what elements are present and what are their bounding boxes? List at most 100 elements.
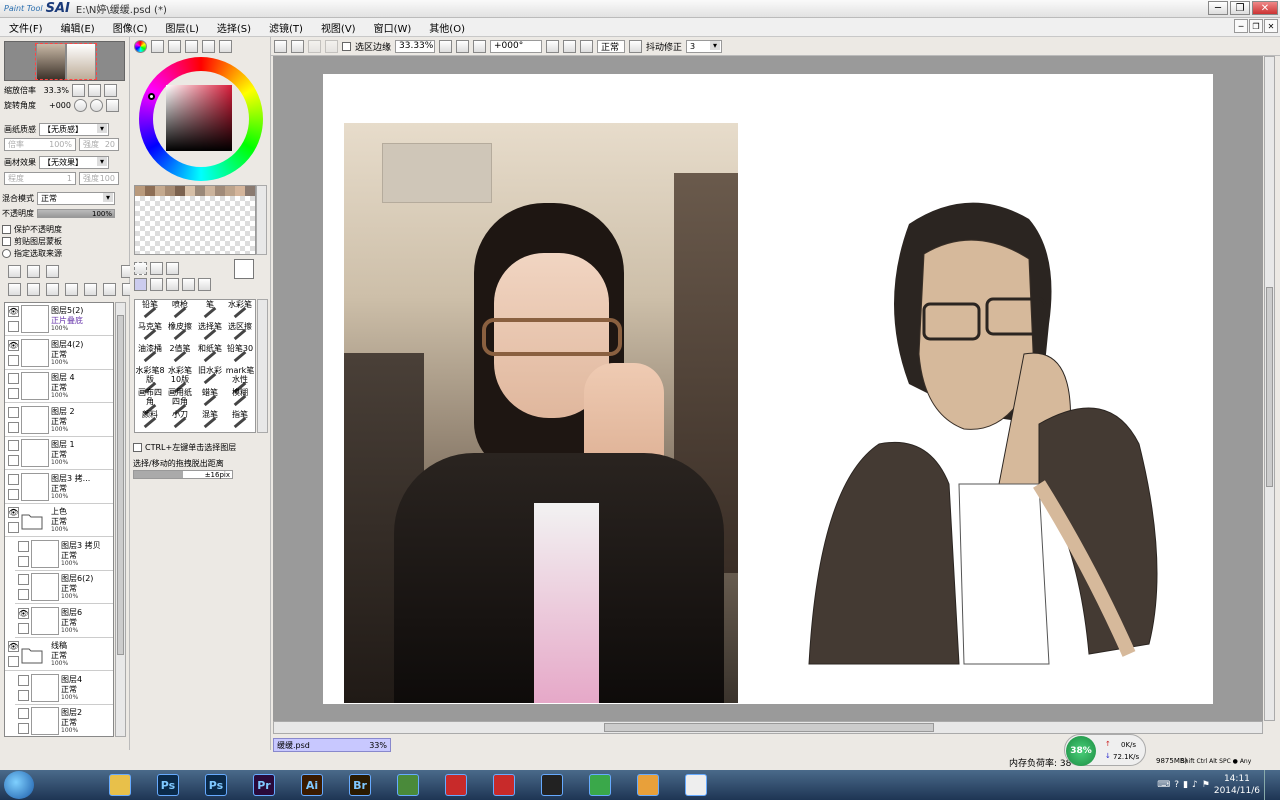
layer-list-scrollbar[interactable] <box>115 302 126 737</box>
eye-hidden-icon[interactable] <box>8 473 19 485</box>
tray-network-icon[interactable]: ▮ <box>1183 780 1188 790</box>
taskbar-app[interactable]: Ps <box>196 772 236 798</box>
redo-button[interactable] <box>291 39 304 53</box>
canvas-rotate-right-button[interactable] <box>563 39 577 53</box>
layer-row[interactable]: 图层4 正常 100% <box>15 671 113 705</box>
swatch-tab-icon[interactable] <box>219 40 232 53</box>
eye-hidden-icon[interactable] <box>8 373 19 384</box>
layer-lock-box[interactable] <box>18 723 29 734</box>
layer-lock-box[interactable] <box>8 488 19 500</box>
hand-icon[interactable] <box>182 278 195 291</box>
swatch-color[interactable] <box>235 186 245 196</box>
menu-item-1[interactable]: 编辑(E) <box>52 20 104 35</box>
blend-mode-select[interactable]: 正常 <box>37 192 115 205</box>
file-tab[interactable]: 缓缓.psd 33% <box>273 738 391 752</box>
layer-lock-box[interactable] <box>18 622 29 634</box>
eye-hidden-icon[interactable] <box>18 674 29 686</box>
swatch-color[interactable] <box>155 186 165 196</box>
layer-lock-box[interactable] <box>8 455 19 466</box>
taskbar-app[interactable] <box>676 772 716 798</box>
menu-item-8[interactable]: 其他(O) <box>420 20 474 35</box>
rotate-right-button[interactable] <box>89 99 103 112</box>
swatch-color[interactable] <box>215 186 225 196</box>
brush-tool[interactable]: 小刀 <box>165 410 195 436</box>
canvas-horizontal-scrollbar[interactable] <box>273 721 1263 734</box>
canvas-page[interactable] <box>323 74 1213 704</box>
minimize-button[interactable]: ─ <box>1208 1 1228 15</box>
taskbar-app[interactable] <box>628 772 668 798</box>
taskbar-app[interactable] <box>100 772 140 798</box>
delete-layer-icon[interactable] <box>84 283 97 296</box>
layer-lock-box[interactable] <box>18 555 29 567</box>
palette-tab-icon[interactable] <box>185 40 198 53</box>
hue-picker-marker[interactable] <box>148 93 155 100</box>
swatch-color[interactable] <box>165 186 175 196</box>
swatch-color[interactable] <box>185 186 195 196</box>
doc-close-button[interactable]: ✕ <box>1264 19 1278 33</box>
taskbar-app[interactable] <box>484 772 524 798</box>
menu-item-4[interactable]: 选择(S) <box>208 20 260 35</box>
brush-tool[interactable]: 指笔 <box>225 410 255 436</box>
layer-mask-icon[interactable] <box>65 283 78 296</box>
swatch-color[interactable] <box>205 186 215 196</box>
taskbar-app[interactable] <box>388 772 428 798</box>
swatch-color[interactable] <box>175 186 185 196</box>
layer-row[interactable]: 图层6(2) 正常 100% <box>15 571 113 604</box>
new-folder-icon[interactable] <box>46 265 59 278</box>
copy-layer-icon[interactable] <box>8 283 21 296</box>
eye-hidden-icon[interactable] <box>8 440 19 451</box>
layer-lock-box[interactable] <box>18 689 29 701</box>
move-icon[interactable] <box>134 278 147 291</box>
merge-down-icon[interactable] <box>27 283 40 296</box>
eye-icon[interactable]: 👁 <box>8 507 19 518</box>
layer-lock-box[interactable] <box>8 656 19 667</box>
swatch-scrollbar[interactable] <box>256 185 267 255</box>
taskbar-app[interactable]: Ps <box>148 772 188 798</box>
invert-select-button[interactable] <box>325 39 338 53</box>
tray-volume-icon[interactable]: ♪ <box>1192 780 1198 790</box>
zoom-out-button[interactable] <box>72 84 85 97</box>
tray-flag-icon[interactable]: ⚑ <box>1202 780 1210 790</box>
stabilizer-select[interactable]: 3 <box>686 39 723 53</box>
brush-grid-scrollbar[interactable] <box>257 299 268 433</box>
layer-row[interactable]: 图层2 正常 100% <box>15 705 113 736</box>
rect-select-icon[interactable] <box>134 262 147 275</box>
eye-icon[interactable]: 👁 <box>8 306 19 317</box>
layer-row[interactable]: 图层3 拷贝 正常 100% <box>15 537 113 571</box>
swatch-panel[interactable] <box>134 185 256 255</box>
layer-row[interactable]: 图层 4 正常 100% <box>5 370 113 403</box>
canvas-mode-field[interactable]: 正常 <box>597 39 626 53</box>
menu-item-3[interactable]: 图层(L) <box>156 20 207 35</box>
layer-row[interactable]: 👁 图层5(2) 正片叠底 100% <box>5 303 113 336</box>
opacity-slider[interactable]: 100% <box>37 209 115 218</box>
paper-effect-select[interactable]: 【无效果】 <box>39 156 109 169</box>
layer-row[interactable]: 图层 2 正常 100% <box>5 403 113 437</box>
paper-strength-field[interactable]: 强度 20 <box>79 138 119 151</box>
tray-keyboard-icon[interactable]: ⌨ <box>1157 780 1170 790</box>
tray-help-icon[interactable]: ? <box>1174 780 1179 790</box>
layer-lock-box[interactable] <box>8 388 19 399</box>
canvas-zoom-in-button[interactable] <box>456 39 470 53</box>
eye-icon[interactable]: 👁 <box>18 607 29 619</box>
zoom-reset-button[interactable] <box>104 84 117 97</box>
canvas-vertical-scrollbar[interactable] <box>1264 56 1275 721</box>
doc-minimize-button[interactable]: ─ <box>1234 19 1248 33</box>
undo-button[interactable] <box>274 39 287 53</box>
hsv-slider-tab-icon[interactable] <box>168 40 181 53</box>
brush-tool[interactable]: 颜料 <box>135 410 165 436</box>
layer-row[interactable]: 👁 上色 正常 100% <box>5 504 113 537</box>
effect-strength-field[interactable]: 强度 100 <box>79 172 119 185</box>
canvas-rotate-left-button[interactable] <box>546 39 560 53</box>
canvas-zoom-out-button[interactable] <box>439 39 453 53</box>
close-button[interactable]: ✕ <box>1252 1 1278 15</box>
swatch-color[interactable] <box>195 186 205 196</box>
paper-scale-field[interactable]: 倍率 100% <box>4 138 76 151</box>
merge-visible-icon[interactable] <box>103 283 116 296</box>
canvas-flip-button[interactable] <box>629 39 643 53</box>
foreground-color-swatch[interactable] <box>234 259 254 279</box>
eye-hidden-icon[interactable] <box>18 540 29 552</box>
taskbar-app[interactable] <box>532 772 572 798</box>
eye-hidden-icon[interactable] <box>18 574 29 585</box>
layer-lock-box[interactable] <box>8 421 19 433</box>
lasso-icon[interactable] <box>150 262 163 275</box>
